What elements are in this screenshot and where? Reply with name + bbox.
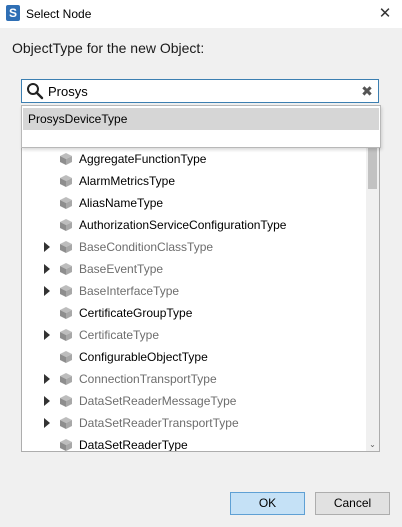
expand-arrow-icon[interactable] [44, 264, 50, 274]
search-input[interactable] [48, 82, 348, 100]
scroll-down-arrow[interactable]: ⌄ [366, 439, 379, 451]
search-box[interactable]: ✖ [21, 79, 379, 103]
object-type-icon [60, 395, 72, 407]
object-type-icon [60, 241, 72, 253]
app-icon: S [6, 5, 20, 21]
ok-button[interactable]: OK [230, 492, 305, 515]
tree-row[interactable]: AggregateFunctionType [22, 148, 367, 170]
object-type-icon [60, 175, 72, 187]
tree-row[interactable]: DataSetReaderType [22, 434, 367, 452]
tree-row-label: ConfigurableObjectType [79, 350, 208, 364]
node-tree: AggregateFunctionType AlarmMetricsType Ali… [21, 134, 380, 452]
cancel-button[interactable]: Cancel [315, 492, 390, 515]
tree-row[interactable]: CertificateGroupType [22, 302, 367, 324]
object-type-icon [60, 197, 72, 209]
object-type-icon [60, 417, 72, 429]
window-title: Select Node [26, 7, 92, 21]
tree-row-label: DataSetReaderTransportType [79, 416, 239, 430]
tree-row[interactable]: DataSetReaderTransportType [22, 412, 367, 434]
tree-row-label: AliasNameType [79, 196, 164, 210]
tree-row[interactable]: AliasNameType [22, 192, 367, 214]
tree-row[interactable]: AuthorizationServiceConfigurationType [22, 214, 367, 236]
tree-row-label: AggregateFunctionType [79, 152, 207, 166]
tree-row-label: AuthorizationServiceConfigurationType [79, 218, 287, 232]
tree-row[interactable]: AlarmMetricsType [22, 170, 367, 192]
object-type-icon [60, 373, 72, 385]
expand-arrow-icon[interactable] [44, 286, 50, 296]
tree-row[interactable]: ConfigurableObjectType [22, 346, 367, 368]
tree-row[interactable]: ConnectionTransportType [22, 368, 367, 390]
expand-arrow-icon[interactable] [44, 396, 50, 406]
title-bar: S Select Node ✕ [0, 0, 402, 28]
object-type-icon [60, 307, 72, 319]
tree-row-label: AlarmMetricsType [79, 174, 176, 188]
object-type-icon [60, 263, 72, 275]
search-suggestions: ProsysDeviceType [21, 105, 381, 148]
expand-arrow-icon[interactable] [44, 242, 50, 252]
expand-arrow-icon[interactable] [44, 418, 50, 428]
suggestion-item[interactable]: ProsysDeviceType [23, 108, 379, 130]
tree-scrollbar[interactable]: ⌄ [366, 135, 379, 451]
tree-row-label: BaseConditionClassType [79, 240, 214, 254]
tree-row-label: ConnectionTransportType [79, 372, 217, 386]
tree-row-label: BaseInterfaceType [79, 284, 180, 298]
search-icon [27, 83, 44, 100]
tree-row[interactable]: BaseConditionClassType [22, 236, 367, 258]
tree-row[interactable]: BaseInterfaceType [22, 280, 367, 302]
scroll-thumb[interactable] [368, 147, 377, 189]
expand-arrow-icon[interactable] [44, 374, 50, 384]
dialog-prompt: ObjectType for the new Object: [12, 40, 205, 56]
object-type-icon [60, 351, 72, 363]
object-type-icon [60, 285, 72, 297]
tree-row[interactable]: CertificateType [22, 324, 367, 346]
clear-icon[interactable]: ✖ [360, 83, 374, 99]
tree-row-label: BaseEventType [79, 262, 164, 276]
tree-row-label: CertificateType [79, 328, 160, 342]
expand-arrow-icon[interactable] [44, 330, 50, 340]
object-type-icon [60, 439, 72, 451]
tree-row-label: CertificateGroupType [79, 306, 193, 320]
tree-row[interactable]: BaseEventType [22, 258, 367, 280]
object-type-icon [60, 329, 72, 341]
object-type-icon [60, 153, 72, 165]
object-type-icon [60, 219, 72, 231]
tree-row-label: DataSetReaderType [79, 438, 188, 452]
close-button[interactable]: ✕ [368, 0, 402, 28]
tree-row[interactable]: DataSetReaderMessageType [22, 390, 367, 412]
tree-row-label: DataSetReaderMessageType [79, 394, 237, 408]
